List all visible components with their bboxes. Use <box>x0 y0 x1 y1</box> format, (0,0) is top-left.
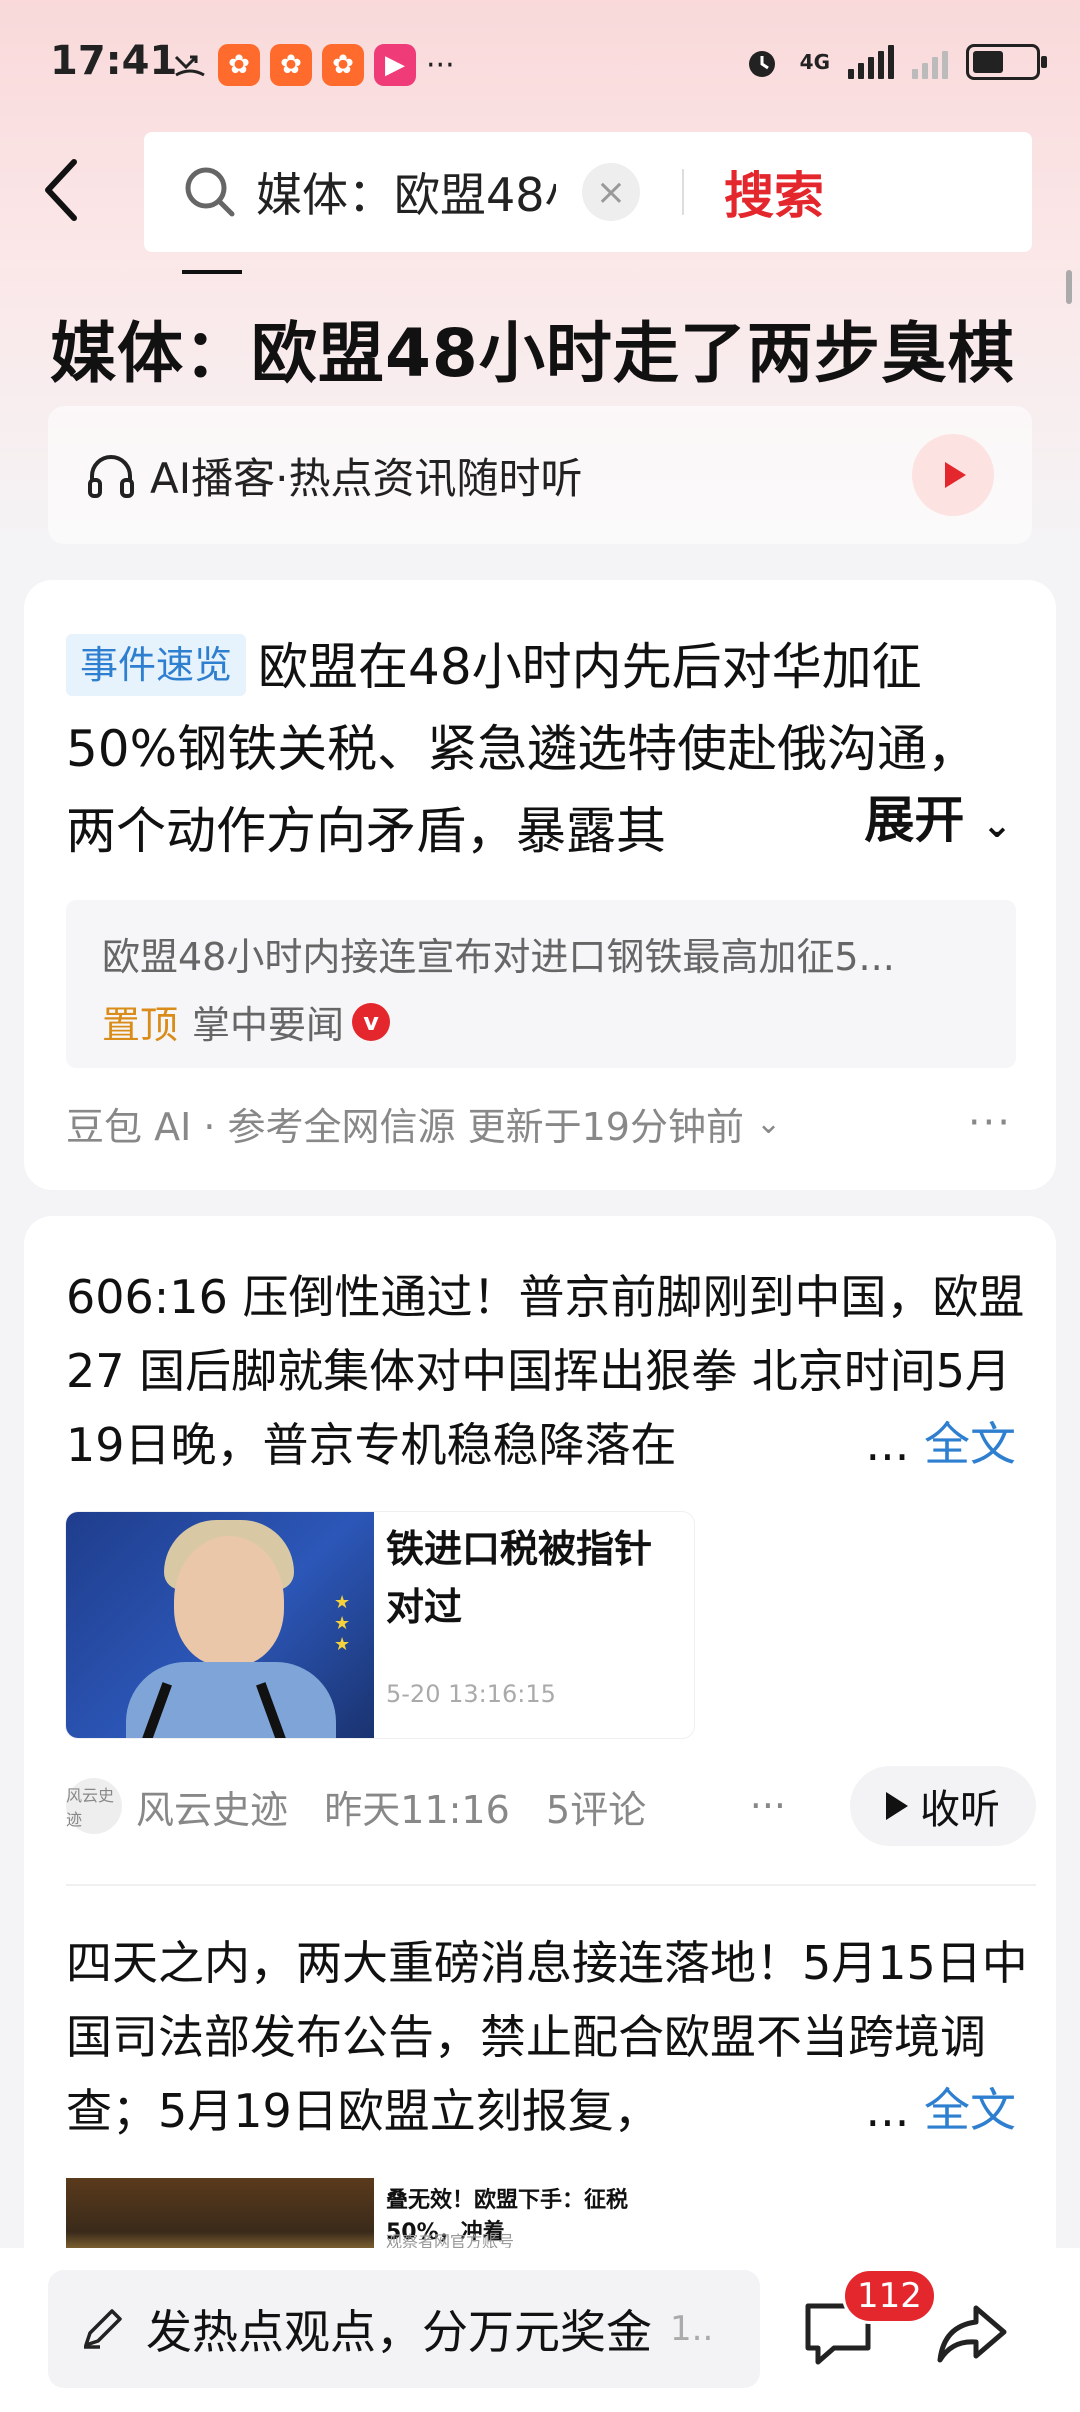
author-avatar[interactable]: 风云史迹 <box>66 1778 122 1834</box>
summary-footer[interactable]: 豆包 AI · 参考全网信源 更新于19分钟前 ⌄ <box>66 1096 781 1151</box>
divider <box>66 1884 1036 1886</box>
publish-time: 昨天11:16 <box>324 1787 510 1832</box>
full-text-link[interactable]: ... 全文 <box>866 1408 1017 1474</box>
chevron-down-icon: ⌄ <box>755 1106 782 1141</box>
summary-source-info: 豆包 AI · 参考全网信源 更新于19分钟前 <box>66 1105 744 1149</box>
reference-title: 欧盟48小时内接连宣布对进口钢铁最高加征5... <box>102 935 895 979</box>
status-time: 17:41 <box>50 38 178 84</box>
podcast-play-button[interactable] <box>912 434 994 516</box>
play-icon <box>886 1792 908 1820</box>
thumbnail-caption: 铁进口税被指针对过 <box>386 1527 653 1629</box>
article-meta: 风云史迹 昨天11:16 5评论 <box>136 1779 646 1834</box>
ai-podcast-bar[interactable]: AI播客·热点资讯随时听 <box>48 406 1032 544</box>
full-text-link[interactable]: ... 全文 <box>866 2074 1017 2140</box>
comment-count-badge: 112 <box>842 2268 937 2324</box>
comment-placeholder: 发热点观点，分万元奖金 <box>146 2305 652 2359</box>
close-icon: × <box>595 171 627 213</box>
reference-source: 掌中要闻 <box>192 1003 345 1047</box>
search-submit-button[interactable]: 搜索 <box>724 156 824 228</box>
article-list: 606:16 压倒性通过！普京前脚刚到中国，欧盟 27 国后脚就集体对中国挥出狠… <box>24 1216 1056 2412</box>
play-icon <box>945 462 966 488</box>
chevron-left-icon <box>45 159 77 221</box>
network-type-label: 4G <box>799 50 830 74</box>
article-meta-row: 风云史迹 风云史迹 昨天11:16 5评论 ··· 收听 <box>66 1764 1036 1848</box>
chevron-down-icon: ⌄ <box>981 805 1012 846</box>
app-notification-icon: ✿ <box>322 44 364 86</box>
event-summary-card: 事件速览 欧盟在48小时内先后对华加征50%钢铁关税、紧急遴选特使赴俄沟通，两个动… <box>24 580 1056 1190</box>
listen-button[interactable]: 收听 <box>850 1766 1036 1846</box>
full-text-label: 全文 <box>924 1417 1016 1471</box>
missed-call-icon <box>174 55 205 77</box>
search-divider <box>682 169 684 215</box>
expand-button[interactable]: 展开 ⌄ <box>814 780 1012 852</box>
tab-indicator <box>182 270 242 274</box>
app-notification-icon: ✿ <box>218 44 260 86</box>
share-button[interactable] <box>932 2298 1012 2368</box>
headphones-icon <box>88 455 134 498</box>
page-title: 媒体：欧盟48小时走了两步臭棋 <box>50 315 1015 392</box>
status-system-icons: 4G <box>742 42 1047 82</box>
full-text-label: 全文 <box>924 2083 1016 2137</box>
more-options-button[interactable]: ··· <box>968 1100 1012 1146</box>
app-notification-icon: ✿ <box>270 44 312 86</box>
eu-stars-icon: ★ ★ ★ <box>334 1592 351 1655</box>
signal-sim2-icon <box>912 45 948 79</box>
scrollbar[interactable] <box>1066 270 1072 304</box>
expand-label: 展开 <box>864 791 965 849</box>
event-summary-tag: 事件速览 <box>66 634 247 696</box>
status-bar: 17:41 ✿ ✿ ✿ ▶ ··· 4G <box>0 0 1080 136</box>
clear-search-button[interactable]: × <box>582 163 640 221</box>
comment-placeholder-tail: 1.. <box>670 2309 714 2349</box>
ellipsis: ... <box>865 2083 910 2137</box>
search-input[interactable]: 媒体：欧盟48小时走 <box>256 159 556 225</box>
alarm-icon <box>748 51 775 77</box>
pen-icon <box>84 2309 122 2349</box>
thumbnail-date: 5-20 13:16:15 <box>386 1680 556 1708</box>
reference-article[interactable]: 欧盟48小时内接连宣布对进口钢铁最高加征5... 置顶 掌中要闻 v <box>66 900 1016 1068</box>
reference-meta: 置顶 掌中要闻 v <box>102 994 391 1049</box>
thumbnail-photo: ★ ★ ★ <box>66 1512 374 1738</box>
search-icon <box>185 167 235 217</box>
verified-badge-icon: v <box>352 1002 391 1041</box>
bottom-action-bar: 发热点观点，分万元奖金 1.. 112 <box>0 2248 1080 2412</box>
pinned-label: 置顶 <box>102 1003 179 1047</box>
author-name[interactable]: 风云史迹 <box>136 1788 288 1832</box>
more-notifications-icon: ··· <box>426 47 455 83</box>
video-app-icon: ▶ <box>374 44 416 86</box>
article-thumbnail[interactable]: ★ ★ ★ 铁进口税被指针对过 5-20 13:16:15 <box>66 1512 694 1738</box>
signal-strength-icon <box>848 45 894 79</box>
back-button[interactable] <box>40 148 100 232</box>
more-options-button[interactable]: ··· <box>750 1784 786 1828</box>
comment-input[interactable]: 发热点观点，分万元奖金 1.. <box>48 2270 760 2388</box>
status-notification-icons: ✿ ✿ ✿ ▶ ··· <box>172 44 455 86</box>
battery-icon <box>966 44 1047 80</box>
ellipsis: ... <box>865 1417 910 1471</box>
comment-count: 5评论 <box>546 1787 647 1832</box>
listen-label: 收听 <box>920 1787 1000 1833</box>
search-bar: 媒体：欧盟48小时走 × 搜索 <box>144 132 1032 252</box>
podcast-label: AI播客·热点资讯随时听 <box>150 453 583 503</box>
